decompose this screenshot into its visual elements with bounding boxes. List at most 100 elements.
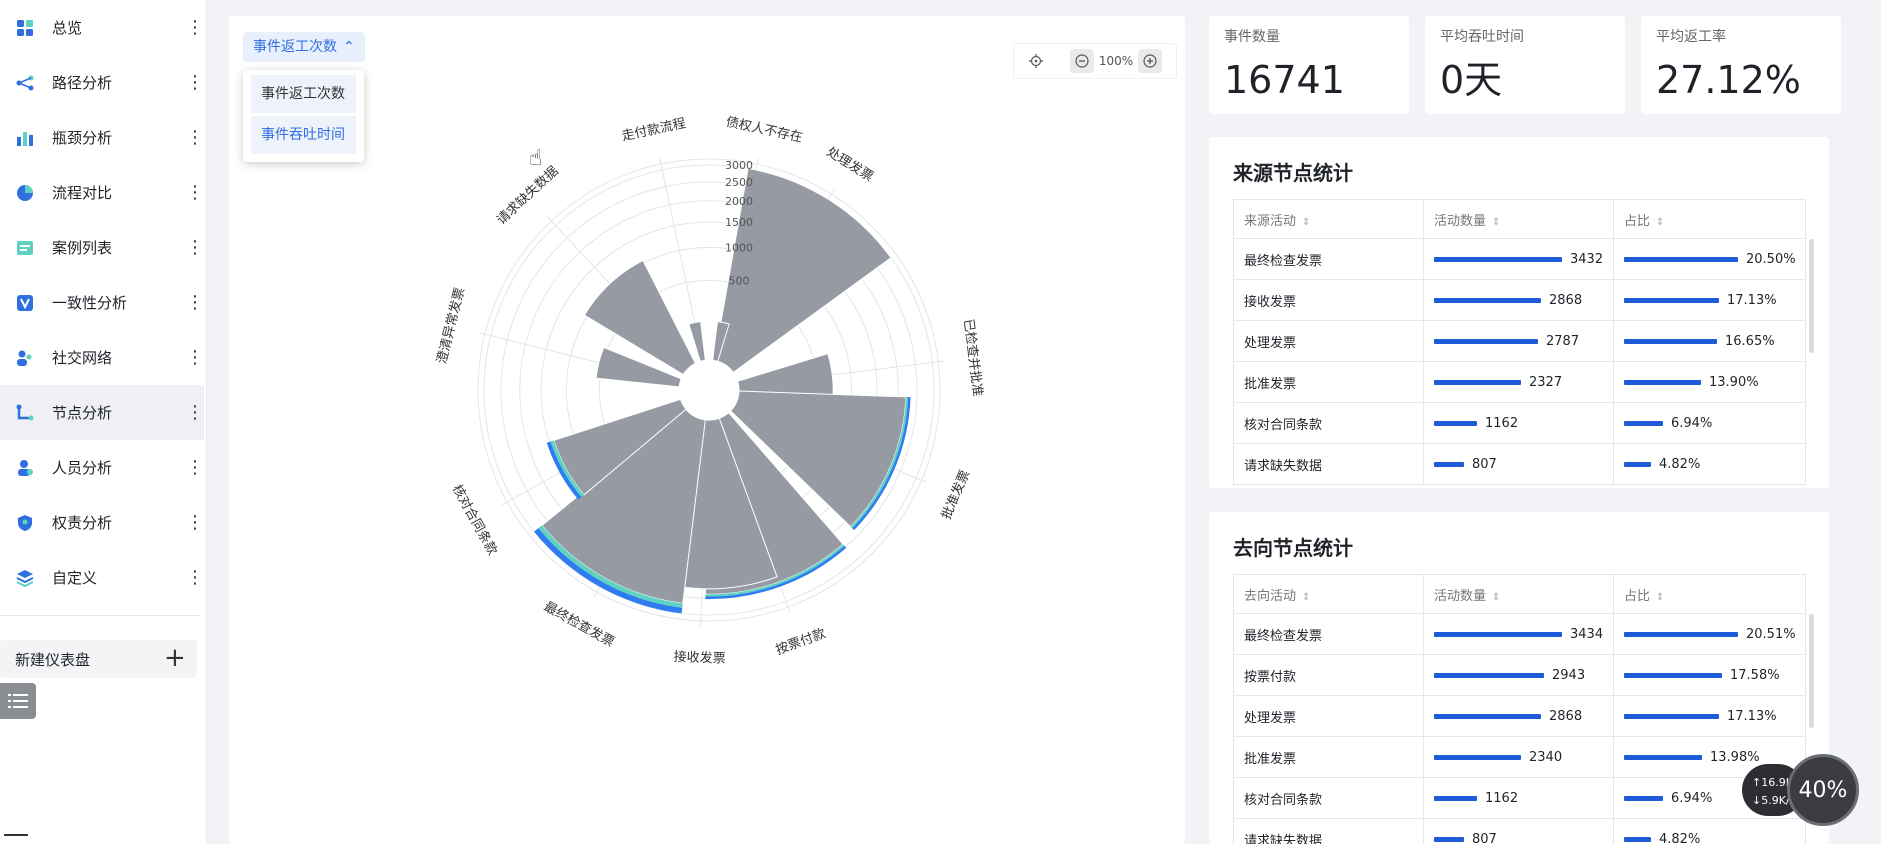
sort-icon[interactable]: ⇕ [1656,592,1664,603]
case-list-icon [15,238,35,258]
sidebar-item[interactable]: 案例列表 ⋮ [0,220,206,275]
table-row[interactable]: 按票付款 2943 17.58% [1233,654,1806,696]
kpi-card: 平均吞吐时间 0天 [1425,16,1625,114]
table-row[interactable]: 核对合同条款 1162 6.94% [1233,777,1806,819]
more-icon[interactable]: ⋮ [186,73,204,92]
performance-gauge[interactable]: 40% [1787,754,1859,826]
count-cell: 3432 [1423,238,1614,280]
more-icon[interactable]: ⋮ [186,18,204,37]
table-row[interactable]: 核对合同条款 1162 6.94% [1233,402,1806,444]
grid-icon [15,18,35,38]
collapse-icon[interactable] [4,834,28,836]
sidebar-item[interactable]: 权责分析 ⋮ [0,495,206,550]
table-row[interactable]: 批准发票 2327 13.90% [1233,361,1806,403]
more-icon[interactable]: ⋮ [186,403,204,422]
activity-cell: 接收发票 [1233,279,1424,321]
ratio-bar [1624,338,1717,344]
list-toggle-button[interactable] [0,683,36,719]
column-header[interactable]: 占比 ⇕ [1613,199,1806,239]
ratio-bar [1624,256,1738,262]
radial-tick-label: 1500 [725,216,753,229]
more-icon[interactable]: ⋮ [186,568,204,587]
column-header-label: 占比 [1624,588,1651,604]
count-bar [1434,836,1464,842]
pie-icon [15,183,35,203]
ratio-bar [1624,297,1719,303]
category-label: 债权人不存在 [724,114,804,146]
count-bar [1434,297,1541,303]
sort-icon[interactable]: ⇕ [1302,592,1310,603]
people-icon [15,348,35,368]
sidebar-item[interactable]: 流程对比 ⋮ [0,165,206,220]
count-cell: 2340 [1423,736,1614,778]
table-row[interactable]: 处理发票 2868 17.13% [1233,695,1806,737]
sidebar-item[interactable]: 瓶颈分析 ⋮ [0,110,206,165]
category-label: 走付款流程 [620,116,687,144]
more-icon[interactable]: ⋮ [186,458,204,477]
ratio-bar [1624,754,1702,760]
ratio-bar [1624,461,1651,467]
sidebar-item-label: 总览 [52,19,83,37]
sort-icon[interactable]: ⇕ [1492,592,1500,603]
table-row[interactable]: 最终检查发票 3434 20.51% [1233,613,1806,655]
scrollbar[interactable] [1809,239,1814,353]
ratio-cell: 6.94% [1613,402,1806,444]
count-bar [1434,379,1521,385]
plus-icon[interactable]: + [164,642,186,674]
ratio-cell: 17.58% [1613,654,1806,696]
table-row[interactable]: 批准发票 2340 13.98% [1233,736,1806,778]
sidebar-item[interactable]: 路径分析 ⋮ [0,55,206,110]
more-icon[interactable]: ⋮ [186,128,204,147]
table-row[interactable]: 接收发票 2868 17.13% [1233,279,1806,321]
column-header[interactable]: 活动数量 ⇕ [1423,199,1614,239]
ratio-value: 6.94% [1671,790,1713,806]
sidebar-item[interactable]: 总览 ⋮ [0,0,206,55]
count-value: 2943 [1552,667,1586,683]
sidebar-item[interactable]: 人员分析 ⋮ [0,440,206,495]
count-value: 807 [1472,456,1497,472]
activity-cell: 处理发票 [1233,320,1424,362]
ratio-cell: 17.13% [1613,279,1806,321]
kpi-value: 0天 [1440,58,1503,102]
more-icon[interactable]: ⋮ [186,293,204,312]
ratio-value: 4.82% [1659,456,1701,472]
new-dashboard-button[interactable]: 新建仪表盘 + [0,640,197,678]
sidebar-item[interactable]: 社交网络 ⋮ [0,330,206,385]
ratio-value: 13.98% [1710,749,1760,765]
scrollbar[interactable] [1809,614,1814,728]
count-cell: 2787 [1423,320,1614,362]
ratio-cell: 20.50% [1613,238,1806,280]
sidebar-divider [0,615,200,616]
activity-cell: 按票付款 [1233,654,1424,696]
radial-tick-label: 1000 [725,241,753,254]
column-header[interactable]: 活动数量 ⇕ [1423,574,1614,614]
path-icon [15,73,35,93]
sidebar-item[interactable]: 一致性分析 ⋮ [0,275,206,330]
category-label: 请求缺失数据 [494,164,561,228]
activity-cell: 核对合同条款 [1233,777,1424,819]
more-icon[interactable]: ⋮ [186,183,204,202]
activity-cell: 批准发票 [1233,361,1424,403]
sidebar-item-label: 社交网络 [52,349,113,367]
more-icon[interactable]: ⋮ [186,513,204,532]
sort-icon[interactable]: ⇕ [1656,217,1664,228]
kpi-value: 16741 [1224,58,1345,102]
table-row[interactable]: 处理发票 2787 16.65% [1233,320,1806,362]
table-row[interactable]: 请求缺失数据 807 4.82% [1233,818,1806,844]
sort-icon[interactable]: ⇕ [1302,217,1310,228]
count-bar [1434,754,1521,760]
sidebar-item[interactable]: 自定义 ⋮ [0,550,206,605]
table-row[interactable]: 请求缺失数据 807 4.82% [1233,443,1806,485]
consistency-icon [15,293,35,313]
count-value: 1162 [1485,790,1519,806]
more-icon[interactable]: ⋮ [186,348,204,367]
column-header[interactable]: 来源活动 ⇕ [1233,199,1424,239]
more-icon[interactable]: ⋮ [186,238,204,257]
column-header[interactable]: 去向活动 ⇕ [1233,574,1424,614]
chart-panel: 事件返工次数 ⌃ 事件返工次数 事件吞吐时间 ☝ 100% 500 1000 150… [229,16,1185,844]
ratio-cell: 17.13% [1613,695,1806,737]
sidebar-item[interactable]: 节点分析 ⋮ [0,385,204,440]
sort-icon[interactable]: ⇕ [1492,217,1500,228]
column-header[interactable]: 占比 ⇕ [1613,574,1806,614]
table-row[interactable]: 最终检查发票 3432 20.50% [1233,238,1806,280]
